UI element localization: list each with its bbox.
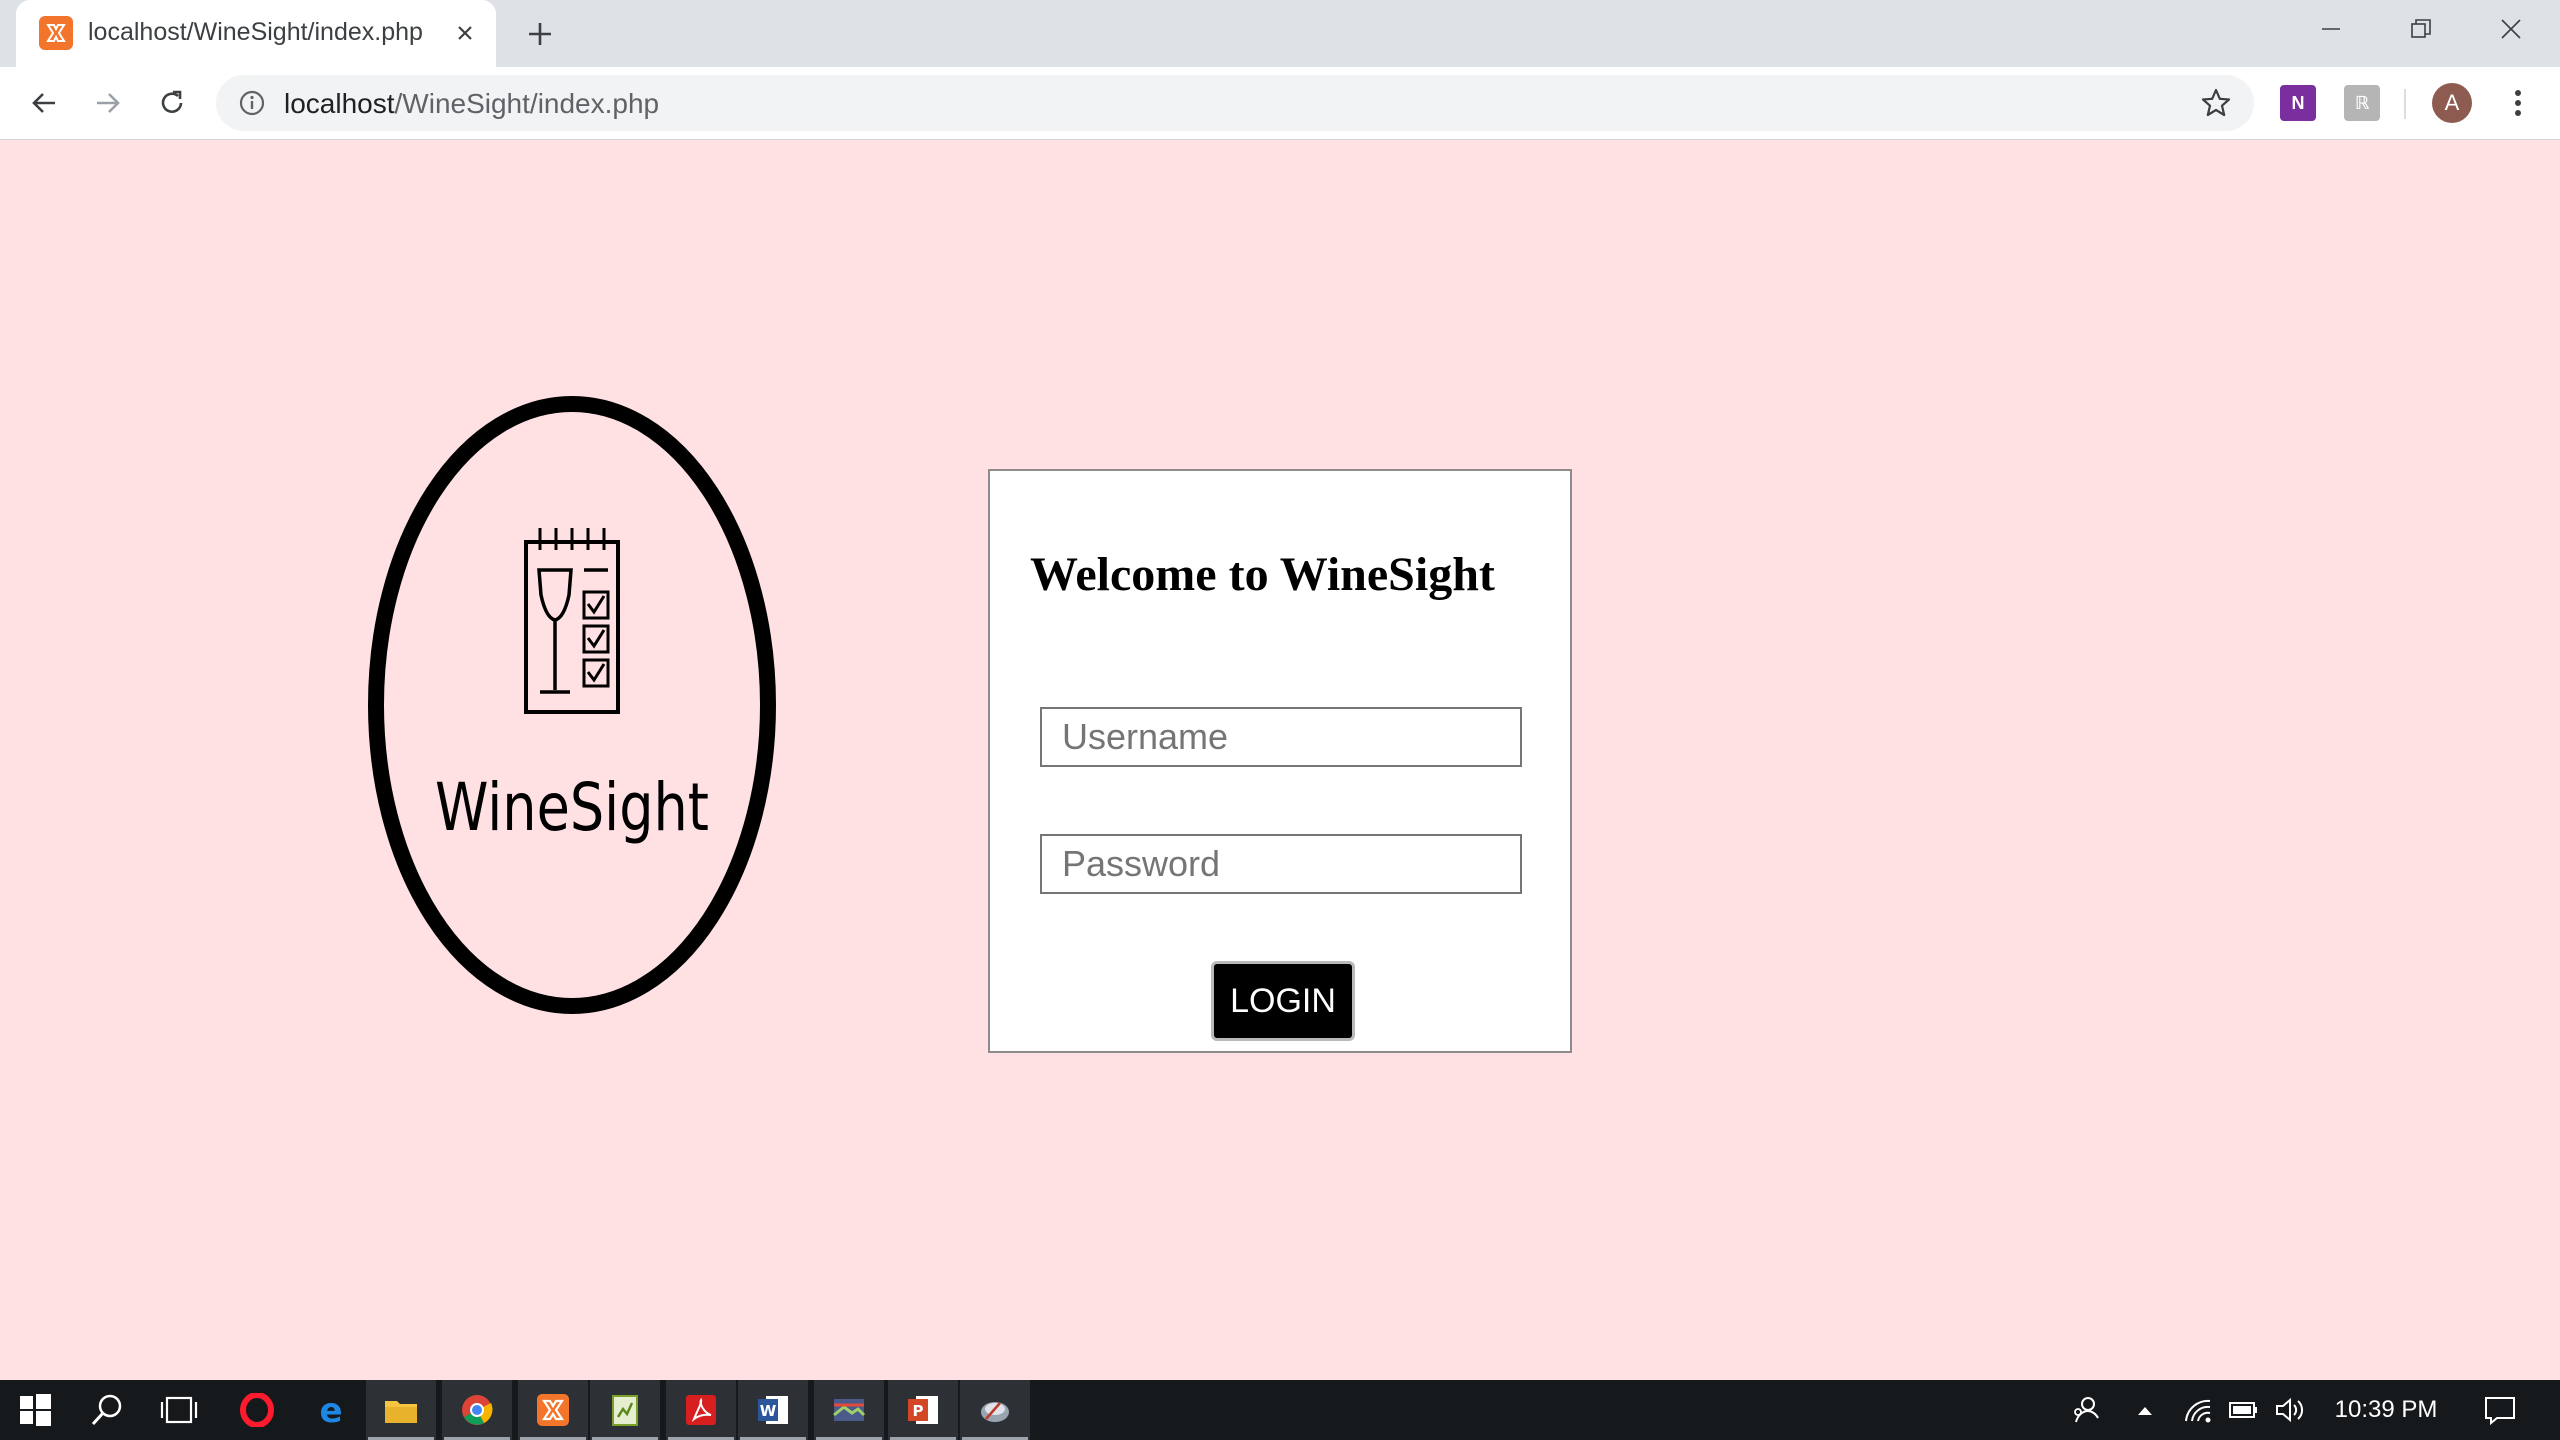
minimize-button[interactable] <box>2286 0 2376 58</box>
welcome-heading: Welcome to WineSight <box>1030 548 1495 601</box>
photos-icon[interactable] <box>814 1380 884 1440</box>
forward-button[interactable] <box>84 79 132 127</box>
xampp-favicon-icon <box>39 16 73 50</box>
chrome-icon[interactable] <box>442 1380 512 1440</box>
tab-close-icon[interactable] <box>448 16 482 50</box>
people-icon[interactable] <box>2066 1380 2106 1440</box>
toolbar-separator <box>2404 89 2406 119</box>
browser-menu-icon[interactable] <box>2500 81 2536 125</box>
volume-icon[interactable] <box>2272 1380 2308 1440</box>
bookmark-star-icon[interactable] <box>2200 87 2232 119</box>
page-content: WineSight Welcome to WineSight LOGIN <box>0 141 2560 1380</box>
svg-text:W: W <box>760 1402 777 1420</box>
svg-text:WineSight: WineSight <box>435 769 709 846</box>
svg-text:e: e <box>319 1393 342 1427</box>
edge-icon[interactable]: e <box>296 1380 366 1440</box>
file-explorer-icon[interactable] <box>366 1380 436 1440</box>
extension-icon[interactable]: ℝ <box>2344 85 2380 121</box>
battery-icon[interactable] <box>2226 1380 2262 1440</box>
profile-avatar[interactable]: A <box>2432 83 2472 123</box>
action-center-icon[interactable] <box>2460 1380 2540 1440</box>
back-button[interactable] <box>20 79 68 127</box>
svg-text:P: P <box>913 1402 924 1420</box>
restore-button[interactable] <box>2376 0 2466 58</box>
tray-expand-icon[interactable] <box>2130 1380 2160 1440</box>
login-form: Welcome to WineSight LOGIN <box>988 469 1572 1053</box>
login-button[interactable]: LOGIN <box>1211 961 1355 1041</box>
winesight-logo: WineSight <box>364 390 780 1020</box>
url-text[interactable]: localhost/WineSight/index.php <box>284 88 659 120</box>
browser-tab[interactable]: localhost/WineSight/index.php <box>16 0 496 67</box>
address-bar[interactable]: localhost/WineSight/index.php <box>216 75 2254 131</box>
search-icon[interactable] <box>72 1380 142 1440</box>
onenote-extension-icon[interactable]: N <box>2280 85 2316 121</box>
reload-button[interactable] <box>148 79 196 127</box>
notepad-plus-icon[interactable] <box>590 1380 660 1440</box>
new-tab-button[interactable] <box>520 14 560 54</box>
url-path: /WineSight/index.php <box>394 88 660 119</box>
windows-taskbar: e W P 10:39 PM <box>0 1380 2560 1440</box>
task-view-icon[interactable] <box>144 1380 214 1440</box>
taskbar-clock[interactable]: 10:39 PM <box>2316 1380 2456 1440</box>
start-icon[interactable] <box>0 1380 70 1440</box>
username-input[interactable] <box>1040 707 1522 767</box>
word-icon[interactable]: W <box>738 1380 808 1440</box>
app-icon[interactable] <box>960 1380 1030 1440</box>
xampp-icon[interactable] <box>518 1380 588 1440</box>
acrobat-icon[interactable] <box>666 1380 736 1440</box>
wifi-icon[interactable] <box>2180 1380 2216 1440</box>
tab-title: localhost/WineSight/index.php <box>88 18 423 46</box>
browser-toolbar: localhost/WineSight/index.php N ℝ A <box>0 67 2560 140</box>
powerpoint-icon[interactable]: P <box>888 1380 958 1440</box>
password-input[interactable] <box>1040 834 1522 894</box>
url-host: localhost <box>284 88 395 119</box>
close-window-button[interactable] <box>2466 0 2556 58</box>
site-info-icon[interactable] <box>238 89 266 117</box>
tab-strip: localhost/WineSight/index.php <box>0 0 2560 67</box>
opera-icon[interactable] <box>222 1380 292 1440</box>
